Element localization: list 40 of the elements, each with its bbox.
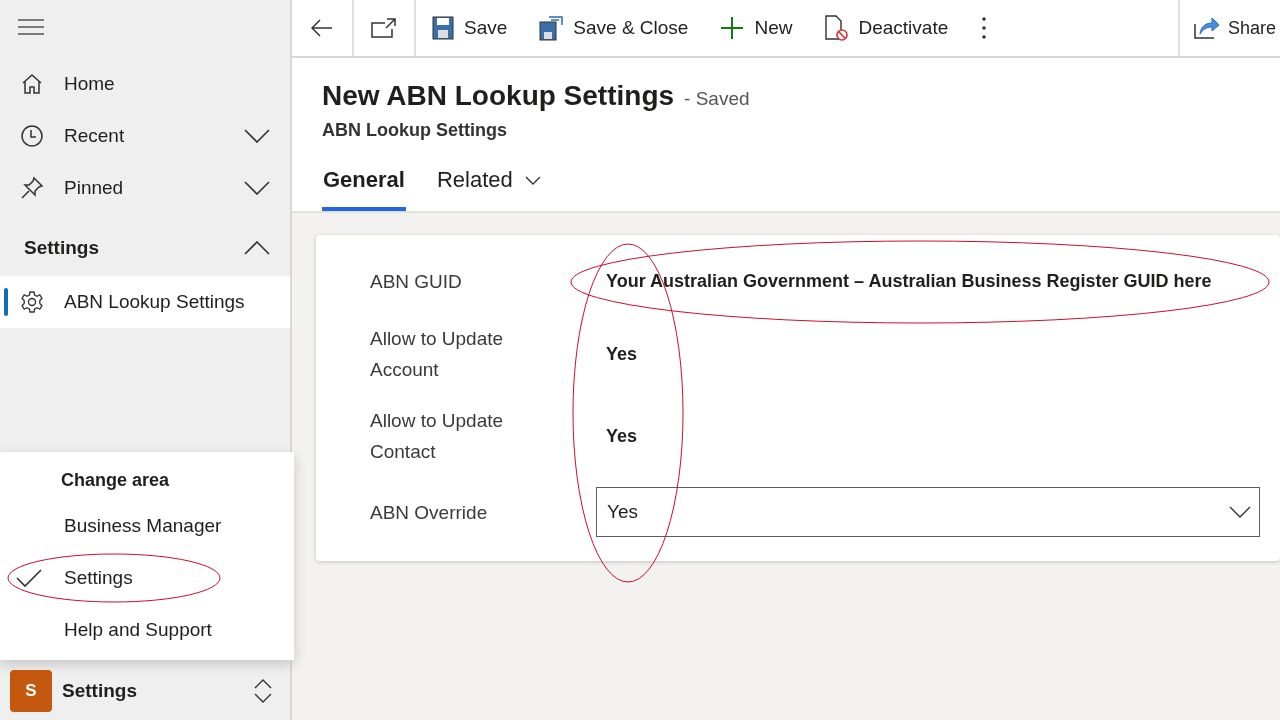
field-value: Yes — [606, 343, 638, 365]
field-label: Allow to Update Account — [370, 327, 505, 382]
nav-item[interactable]: Recent — [0, 110, 290, 162]
nav-group-header[interactable]: Settings — [0, 220, 290, 276]
menu-title: Change area — [61, 468, 171, 492]
chevron-up-icon[interactable] — [244, 241, 270, 255]
entity-name: ABN Lookup Settings — [322, 120, 508, 141]
menu-item[interactable]: Settings — [0, 552, 294, 604]
more-icon — [982, 17, 987, 39]
chevron-down-icon[interactable] — [244, 129, 270, 143]
popout-icon — [371, 18, 397, 38]
save-status: - Saved — [684, 88, 750, 110]
chevron-down-icon[interactable] — [244, 181, 270, 195]
share-icon — [1193, 16, 1220, 40]
nav-item[interactable]: ABN Lookup Settings — [0, 276, 290, 328]
area-avatar: S — [10, 670, 52, 712]
field-value: Yes — [606, 425, 638, 447]
home-icon — [20, 72, 44, 96]
floppy-disk-icon — [539, 15, 564, 41]
field-label: ABN Override — [370, 500, 489, 525]
dropdown-field[interactable]: Yes — [596, 487, 1260, 537]
chevron-down-icon — [1229, 506, 1251, 518]
group-label: Settings — [24, 237, 99, 259]
tab[interactable]: Related — [435, 161, 542, 211]
gear-icon — [20, 290, 44, 314]
area-switcher[interactable]: S Settings — [0, 662, 290, 720]
menu-item[interactable]: Business Manager — [0, 500, 294, 552]
nav-item[interactable]: Home — [0, 58, 290, 110]
up-down-chevron-icon — [254, 678, 272, 704]
menu-item[interactable]: Help and Support — [0, 604, 294, 656]
nav-item[interactable]: Pinned — [0, 162, 290, 214]
plus-icon — [720, 16, 745, 40]
arrow-left-icon — [311, 19, 333, 37]
field-label: ABN GUID — [370, 269, 463, 294]
document-block-icon — [824, 15, 849, 41]
record-title: New ABN Lookup Settings — [322, 80, 675, 112]
clock-icon — [20, 124, 44, 148]
pin-icon — [20, 176, 44, 200]
tab[interactable]: General — [322, 161, 406, 211]
field-label: Allow to Update Contact — [370, 409, 505, 464]
